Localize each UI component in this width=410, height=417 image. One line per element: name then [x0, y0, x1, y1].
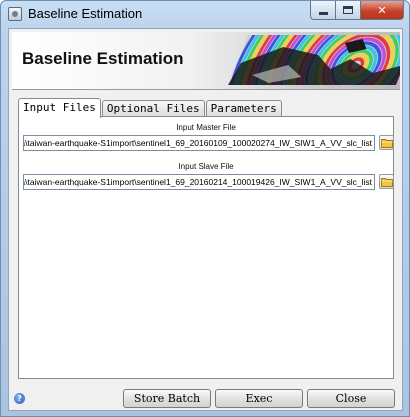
minimize-icon — [318, 11, 328, 15]
baseline-estimation-window: Baseline Estimation ✕ Baseline Estimatio… — [0, 0, 410, 417]
master-file-input[interactable]: eData\taiwan-earthquake-S1import\sentine… — [23, 135, 375, 151]
browse-master-button[interactable] — [379, 135, 394, 150]
tab-input-files[interactable]: Input Files — [18, 98, 101, 118]
maximize-button[interactable] — [336, 1, 361, 20]
close-icon: ✕ — [377, 3, 387, 17]
window-controls: ✕ — [310, 1, 404, 20]
close-window-button[interactable]: ✕ — [361, 1, 404, 20]
folder-icon — [381, 139, 393, 148]
store-batch-button[interactable]: Store Batch — [123, 389, 211, 408]
tab-optional-files[interactable]: Optional Files — [101, 100, 205, 117]
browse-slave-button[interactable] — [379, 174, 394, 189]
slave-file-label: Input Slave File — [178, 162, 234, 171]
folder-icon — [381, 178, 393, 187]
master-file-label: Input Master File — [176, 123, 236, 132]
title-bar[interactable]: Baseline Estimation ✕ — [1, 1, 409, 28]
header-banner: Baseline Estimation — [12, 32, 400, 90]
exec-button[interactable]: Exec — [215, 389, 303, 408]
close-button[interactable]: Close — [307, 389, 395, 408]
app-icon[interactable] — [8, 7, 22, 21]
dialog-body: Baseline Estimation Input Files Optional… — [8, 28, 403, 411]
minimize-button[interactable] — [310, 1, 336, 20]
master-file-path: eData\taiwan-earthquake-S1import\sentine… — [23, 138, 372, 148]
banner-title: Baseline Estimation — [22, 49, 184, 68]
interferogram-image-icon — [228, 35, 400, 85]
help-icon[interactable]: ? — [14, 393, 25, 404]
input-files-panel: Input Master File eData\taiwan-earthquak… — [18, 116, 394, 379]
slave-file-path: eData\taiwan-earthquake-S1import\sentine… — [23, 177, 372, 187]
tab-strip: Input Files Optional Files Parameters — [18, 97, 283, 118]
tab-parameters[interactable]: Parameters — [205, 100, 282, 117]
window-title: Baseline Estimation — [28, 6, 143, 21]
slave-file-input[interactable]: eData\taiwan-earthquake-S1import\sentine… — [23, 174, 375, 190]
maximize-icon — [343, 6, 353, 14]
